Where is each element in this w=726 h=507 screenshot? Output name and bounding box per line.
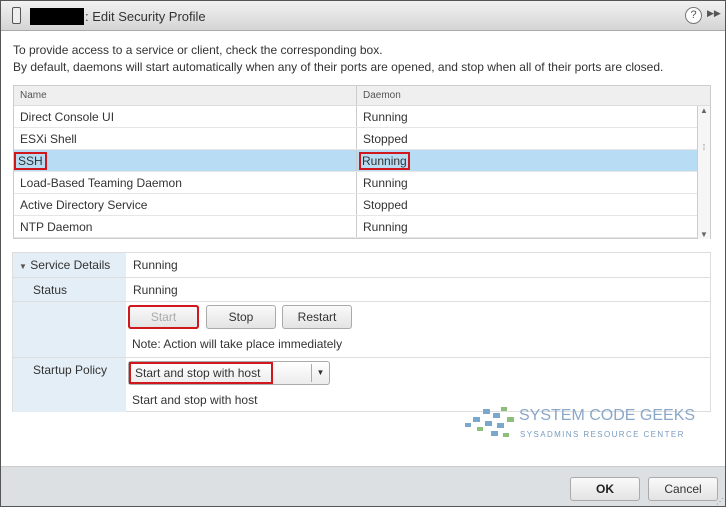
startup-policy-description: Start and stop with host: [132, 393, 258, 407]
table-row[interactable]: Load-Based Teaming Daemon Running: [14, 172, 710, 194]
intro-line-2: By default, daemons will start automatic…: [13, 60, 664, 74]
scroll-grip-icon[interactable]: ⁞: [698, 143, 710, 152]
service-name: Active Directory Service: [14, 194, 357, 215]
dialog-footer: OK Cancel ⋰: [1, 466, 725, 506]
title-bar: : Edit Security Profile ? ▶▶: [1, 1, 725, 31]
status-value: Running: [133, 283, 178, 297]
dialog-title: : Edit Security Profile: [85, 9, 206, 24]
stop-button[interactable]: Stop: [206, 305, 276, 329]
dropdown-arrow-icon[interactable]: ▼: [311, 364, 329, 382]
table-row-selected[interactable]: SSH Running: [14, 150, 710, 172]
table-row[interactable]: ESXi Shell Stopped: [14, 128, 710, 150]
service-name: SSH: [14, 152, 47, 170]
watermark-logo: SYSTEM CODE GEEKS SYSADMINS RESOURCE CEN…: [463, 403, 708, 445]
logo-name: SYSTEM CODE GEEKS: [519, 407, 696, 424]
scroll-down-icon[interactable]: ▼: [698, 230, 710, 239]
daemon-status: Running: [363, 176, 408, 190]
cancel-button[interactable]: Cancel: [648, 477, 718, 501]
service-name-cell: SSH: [14, 150, 357, 171]
table-row[interactable]: Active Directory Service Stopped: [14, 194, 710, 216]
logo-tagline: SYSADMINS RESOURCE CENTER: [520, 430, 685, 439]
startup-policy-label: Startup Policy: [13, 358, 126, 412]
startup-policy-select[interactable]: Start and stop with host ▼: [128, 361, 330, 385]
daemon-status: Stopped: [363, 132, 408, 146]
service-name: Direct Console UI: [14, 106, 357, 127]
action-note: Note: Action will take place immediately: [132, 337, 343, 351]
service-name: Load-Based Teaming Daemon: [14, 172, 357, 193]
start-button[interactable]: Start: [128, 305, 199, 329]
ok-button[interactable]: OK: [570, 477, 640, 501]
intro-line-1: To provide access to a service or client…: [13, 43, 383, 57]
restart-button[interactable]: Restart: [282, 305, 352, 329]
expand-icon[interactable]: ▶▶: [707, 8, 721, 19]
daemon-status: Running: [363, 220, 408, 234]
section-value: Running: [133, 258, 178, 272]
table-row[interactable]: NTP Daemon Running: [14, 216, 710, 238]
host-icon: [12, 7, 21, 24]
service-details-toggle[interactable]: ▼ Service Details: [13, 253, 126, 277]
daemon-status-cell: Running: [357, 150, 698, 171]
status-label: Status: [13, 278, 126, 301]
column-header-daemon[interactable]: Daemon: [357, 86, 698, 105]
daemon-status: Running: [363, 110, 408, 124]
table-scrollbar[interactable]: ▲ ⁞ ▼: [697, 106, 710, 239]
scroll-up-icon[interactable]: ▲: [698, 106, 710, 115]
service-name: ESXi Shell: [14, 128, 357, 149]
resize-grip-icon[interactable]: ⋰: [716, 497, 724, 506]
service-details-panel: ▼ Service Details Running Status Running S…: [12, 252, 711, 412]
table-row[interactable]: Direct Console UI Running: [14, 106, 710, 128]
service-name: NTP Daemon: [14, 216, 357, 237]
help-icon[interactable]: ?: [685, 7, 702, 24]
daemon-status: Running: [359, 152, 410, 170]
daemon-status: Stopped: [363, 198, 408, 212]
startup-policy-value: Start and stop with host: [129, 362, 273, 384]
collapse-arrow-icon: ▼: [19, 262, 27, 271]
column-header-name[interactable]: Name: [14, 86, 357, 105]
section-label: Service Details: [30, 258, 111, 272]
services-table: Name Daemon Direct Console UI Running ESXi…: [13, 85, 711, 239]
redacted-hostname: [30, 8, 84, 25]
logo-mark-icon: [465, 407, 514, 437]
